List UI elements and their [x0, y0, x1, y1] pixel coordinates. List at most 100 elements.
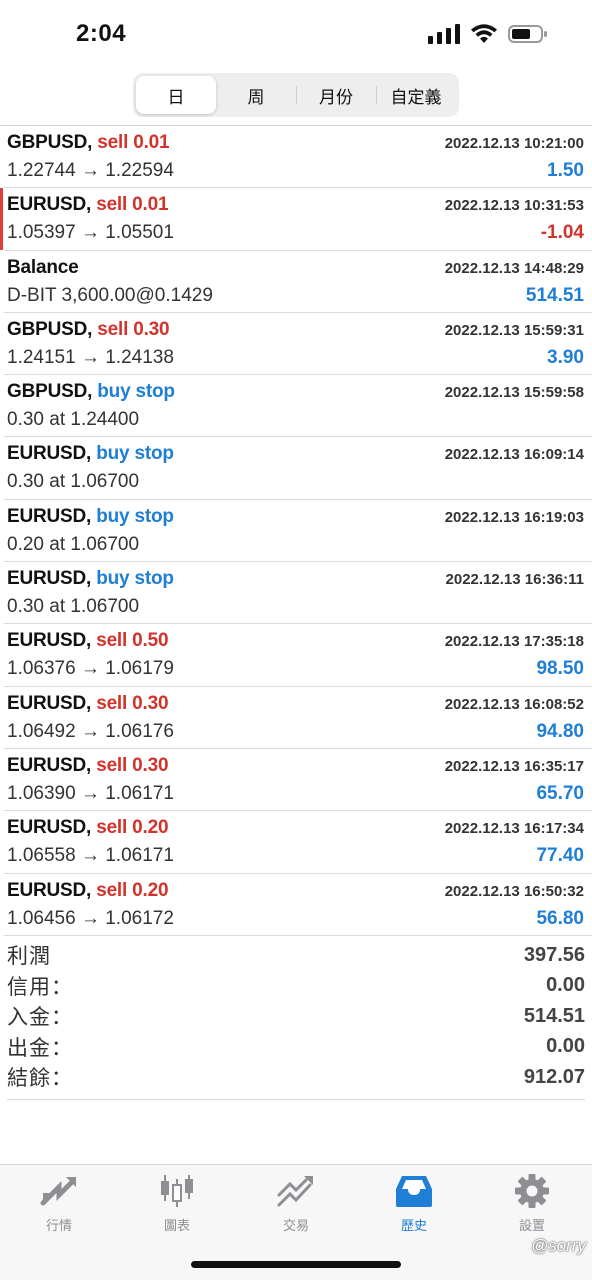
symbol-label: GBPUSD, — [7, 318, 93, 340]
row-prices: 1.22744 → 1.22594 — [7, 160, 174, 181]
watermark: @sorry — [530, 1236, 586, 1255]
history-row[interactable]: EURUSD, buy stop 2022.12.13 16:19:03 0.20 … — [4, 500, 592, 563]
period-segmented-control: 日 周 月份 自定義 — [133, 73, 459, 117]
summary-label: 結餘： — [7, 1067, 73, 1091]
order-action: sell 0.30 — [96, 754, 169, 776]
tab-trade[interactable]: 交易 — [246, 1173, 346, 1234]
tab-history[interactable]: 歷史 — [364, 1173, 464, 1234]
row-symbol: Balance — [7, 256, 79, 279]
row-symbol: GBPUSD, sell 0.01 — [7, 132, 170, 154]
row-profit: 56.80 — [536, 907, 584, 929]
symbol-label: GBPUSD, — [7, 381, 93, 403]
tab-settings-label: 設置 — [518, 1218, 545, 1233]
battery-icon — [508, 25, 547, 43]
symbol-label: EURUSD, — [7, 568, 92, 590]
history-row[interactable]: EURUSD, sell 0.30 2022.12.13 16:35:17 1.06… — [4, 749, 592, 812]
history-row[interactable]: GBPUSD, buy stop 2022.12.13 15:59:58 0.30 … — [4, 375, 592, 438]
segment-month[interactable]: 月份 — [296, 76, 376, 114]
segment-day[interactable]: 日 — [136, 76, 216, 114]
summary-value: 912.07 — [523, 1065, 585, 1088]
order-action: buy stop — [97, 381, 175, 403]
tab-settings[interactable]: 設置 — [482, 1173, 582, 1234]
settings-gear-icon — [515, 1174, 549, 1208]
history-row[interactable]: Balance 2022.12.13 14:48:29 D-BIT 3,600.00… — [4, 251, 592, 313]
candlestick-chart-icon — [161, 1175, 193, 1207]
row-time: 2022.12.13 15:59:31 — [444, 321, 584, 339]
row-prices: 1.06376 → 1.06179 — [7, 658, 174, 680]
row-symbol: EURUSD, sell 0.30 — [7, 692, 169, 715]
row-time: 2022.12.13 15:59:58 — [444, 384, 584, 402]
order-action: buy stop — [96, 443, 174, 465]
tab-charts-label: 圖表 — [163, 1218, 190, 1233]
row-time: 2022.12.13 14:48:29 — [444, 259, 584, 277]
row-symbol: EURUSD, sell 0.20 — [7, 817, 169, 839]
history-row[interactable]: EURUSD, sell 0.20 2022.12.13 16:50:32 1.06… — [4, 874, 592, 936]
row-time: 2022.12.13 16:17:34 — [444, 820, 584, 838]
symbol-label: EURUSD, — [7, 817, 92, 839]
row-profit: 98.50 — [536, 658, 584, 680]
tab-charts[interactable]: 圖表 — [127, 1173, 227, 1234]
cellular-signal-icon — [428, 24, 460, 44]
history-row[interactable]: EURUSD, buy stop 2022.12.13 16:09:14 0.30 … — [4, 437, 592, 500]
symbol-label: EURUSD, — [7, 879, 92, 901]
summary-row: 利潤 397.56 — [7, 940, 585, 971]
symbol-label: EURUSD, — [7, 443, 92, 465]
order-action: sell 0.20 — [96, 879, 169, 901]
row-time: 2022.12.13 16:36:11 — [445, 571, 584, 589]
summary-value: 397.56 — [523, 943, 585, 966]
symbol-label: EURUSD, — [7, 630, 92, 652]
row-prices: 1.06492 → 1.06176 — [7, 720, 174, 742]
order-action: buy stop — [96, 568, 174, 590]
row-time: 2022.12.13 10:21:00 — [444, 135, 584, 152]
status-bar: 2:04 — [0, 0, 592, 70]
row-prices: 0.30 at 1.06700 — [7, 471, 140, 493]
segment-week[interactable]: 周 — [216, 76, 296, 114]
symbol-label: EURUSD, — [7, 505, 92, 527]
status-icons — [428, 24, 548, 44]
order-action: sell 0.30 — [96, 692, 169, 714]
tab-quotes[interactable]: 行情 — [9, 1173, 109, 1234]
summary-section: 利潤 397.56 信用： 0.00 入金： 514.51 出金： 0.00 結餘： 912.07 — [7, 940, 585, 1100]
order-action: sell 0.01 — [97, 132, 170, 153]
row-prices: 0.30 at 1.06700 — [7, 596, 140, 618]
row-time: 2022.12.13 16:50:32 — [444, 882, 584, 900]
row-symbol: EURUSD, sell 0.20 — [7, 879, 169, 902]
row-symbol: EURUSD, sell 0.30 — [7, 754, 169, 777]
order-action: sell 0.30 — [97, 318, 170, 340]
tab-trade-label: 交易 — [282, 1218, 309, 1233]
row-profit: 514.51 — [525, 284, 584, 306]
row-prices: 1.06456 → 1.06172 — [7, 907, 174, 929]
summary-row: 信用： 0.00 — [7, 971, 585, 1002]
summary-label: 信用： — [7, 975, 73, 999]
row-symbol: EURUSD, buy stop — [7, 568, 174, 590]
history-row[interactable]: GBPUSD, sell 0.01 2022.12.13 10:21:00 1.22… — [4, 126, 592, 189]
history-row[interactable]: EURUSD, buy stop 2022.12.13 16:36:11 0.30 … — [4, 562, 592, 625]
summary-row: 入金： 514.51 — [7, 1001, 585, 1032]
symbol-label: EURUSD, — [7, 692, 92, 714]
row-prices: D-BIT 3,600.00@0.1429 — [7, 284, 213, 306]
summary-value: 514.51 — [523, 1004, 585, 1027]
row-time: 2022.12.13 10:31:53 — [444, 197, 584, 215]
symbol-label: EURUSD, — [7, 194, 92, 216]
row-profit: 3.90 — [547, 346, 584, 368]
history-row[interactable]: EURUSD, sell 0.01 2022.12.13 10:31:53 1.05… — [0, 188, 592, 251]
history-row[interactable]: EURUSD, sell 0.50 2022.12.13 17:35:18 1.06… — [4, 624, 592, 687]
history-row[interactable]: EURUSD, sell 0.30 2022.12.13 16:08:52 1.06… — [4, 687, 592, 749]
symbol-label: EURUSD, — [7, 754, 92, 776]
quotes-arrows-icon — [40, 1177, 76, 1206]
history-row[interactable]: GBPUSD, sell 0.30 2022.12.13 15:59:31 1.24… — [4, 313, 592, 376]
summary-label: 利潤 — [7, 945, 51, 969]
symbol-label: GBPUSD, — [7, 132, 93, 153]
segment-custom[interactable]: 自定義 — [376, 76, 456, 114]
wifi-icon — [471, 24, 497, 43]
tab-quotes-label: 行情 — [45, 1218, 72, 1233]
row-profit: 77.40 — [536, 845, 584, 867]
row-time: 2022.12.13 17:35:18 — [444, 633, 584, 651]
row-prices: 1.06558 → 1.06171 — [7, 845, 174, 867]
row-symbol: GBPUSD, sell 0.30 — [7, 318, 170, 341]
trade-trend-icon — [277, 1176, 313, 1207]
history-row[interactable]: EURUSD, sell 0.20 2022.12.13 16:17:34 1.06… — [4, 811, 592, 874]
row-profit: 1.50 — [547, 160, 584, 181]
row-profit: 94.80 — [536, 720, 584, 742]
symbol-label: Balance — [7, 256, 79, 278]
